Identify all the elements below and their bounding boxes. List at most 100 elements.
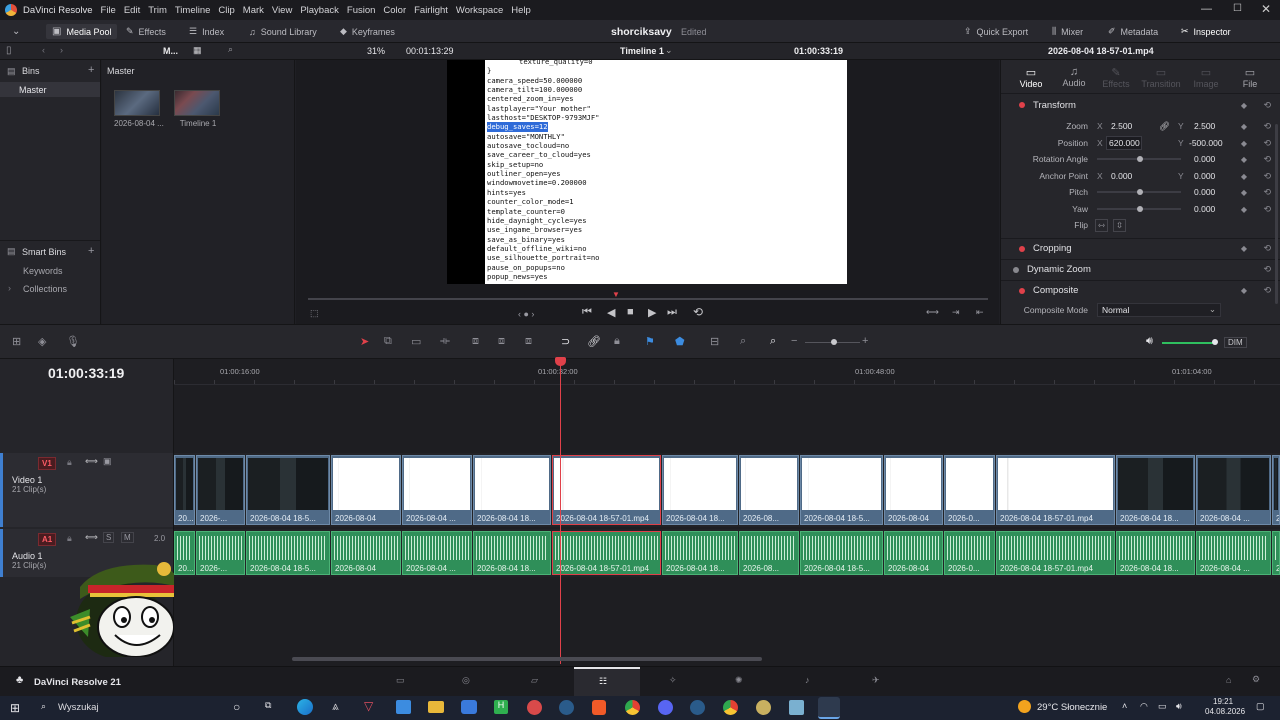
reset-icon[interactable]: ⟲ xyxy=(1263,204,1271,215)
video-clip[interactable]: 2026-08-04 ... xyxy=(1196,455,1271,525)
tray-chevron-icon[interactable]: ˄ xyxy=(1122,701,1127,711)
zoom-level[interactable]: 31% xyxy=(367,46,385,56)
app-icon[interactable] xyxy=(756,700,771,715)
cut-page-icon[interactable]: ◎ xyxy=(462,675,470,686)
sound-library-button[interactable]: ♫ Sound Library xyxy=(249,24,317,39)
enable-dot-icon[interactable] xyxy=(1013,266,1019,273)
chrome-app-icon[interactable] xyxy=(625,700,640,715)
audio-clip[interactable]: 20... xyxy=(174,531,195,575)
video-clip[interactable]: 2026-08... xyxy=(739,455,799,525)
inspector-scrollbar[interactable] xyxy=(1275,124,1278,304)
volume-knob[interactable] xyxy=(1212,339,1218,345)
store-app-icon[interactable] xyxy=(396,700,411,714)
close-icon[interactable]: ✕ xyxy=(1261,2,1271,16)
track-visibility-icon[interactable]: ▣ xyxy=(103,456,112,467)
reset-icon[interactable]: ⟲ xyxy=(1263,121,1271,132)
tab-audio[interactable]: ♫ Audio xyxy=(1059,66,1089,88)
reset-icon[interactable]: ⟲ xyxy=(1263,243,1271,254)
app-icon[interactable] xyxy=(527,700,542,715)
yaw-field[interactable]: 0.000 xyxy=(1194,204,1232,214)
insert-clip-icon[interactable]: ⧈ xyxy=(472,335,479,348)
resolve-taskbar-icon[interactable] xyxy=(818,697,840,719)
video-clip[interactable]: 2026-08-04 18-5... xyxy=(800,455,883,525)
track-autoselect-icon[interactable]: ⟺ xyxy=(85,532,98,543)
home-icon[interactable]: ⌂ xyxy=(1226,675,1231,685)
taskbar-search-icon[interactable]: ⌕ xyxy=(41,701,46,712)
audio-clip[interactable]: 2026-08-04 18-57-01.mp4 xyxy=(996,531,1115,575)
timeline-name[interactable]: Timeline 1 xyxy=(620,46,664,56)
jog-icon[interactable]: ‹ ● › xyxy=(518,309,534,319)
weather-text[interactable]: 29°C Słonecznie xyxy=(1037,702,1107,713)
timeline-timecode[interactable]: 01:00:33:19 xyxy=(48,365,124,381)
menu-item[interactable]: Fusion xyxy=(343,5,380,16)
mic-icon[interactable]: 🎙︎ xyxy=(66,335,80,348)
inspector-button[interactable]: ✂ Inspector xyxy=(1181,24,1231,39)
video-clip[interactable]: 2026-... xyxy=(196,455,245,525)
dim-button[interactable]: DIM xyxy=(1224,337,1247,348)
workspace-toggle-icon[interactable]: ⌄ xyxy=(12,24,20,39)
timeline-area[interactable]: 01:00:16:00 01:00:32:00 01:00:48:00 01:0… xyxy=(174,357,1280,666)
minimize-icon[interactable]: — xyxy=(1201,3,1212,15)
video-clip[interactable]: 2026-08-04 18-57-01.mp4 xyxy=(552,455,661,525)
brave-app-icon[interactable] xyxy=(592,700,606,715)
keyframe-icon[interactable]: ◆ xyxy=(1241,205,1247,214)
reset-icon[interactable]: ⟲ xyxy=(1263,264,1271,275)
menu-item[interactable]: Color xyxy=(379,5,410,16)
keyframe-icon[interactable]: ◆ xyxy=(1241,244,1247,253)
steam-app-icon[interactable] xyxy=(559,700,574,715)
audio-clip[interactable]: 2026-08-04 18-57-01.mp4 xyxy=(552,531,661,575)
go-to-end-icon[interactable]: ⏭ xyxy=(667,306,677,319)
timeline-scrollbar[interactable] xyxy=(292,657,762,661)
app-icon[interactable]: ⩓ xyxy=(332,699,339,714)
linked-selection-icon[interactable]: 🔗︎ xyxy=(587,335,601,348)
settings-gear-icon[interactable]: ⚙ xyxy=(1252,674,1260,685)
keyframe-icon[interactable]: ◆ xyxy=(1241,188,1247,197)
quick-export-button[interactable]: ⇪ Quick Export xyxy=(964,24,1028,39)
steam-app-icon[interactable] xyxy=(690,700,705,715)
discord-app-icon[interactable] xyxy=(658,700,673,715)
windows-start-icon[interactable]: ⊞ xyxy=(10,701,20,715)
reset-icon[interactable]: ⟲ xyxy=(1263,187,1271,198)
zoom-detail-icon[interactable]: ⌕ xyxy=(740,335,746,348)
zoom-full-icon[interactable]: ⊟ xyxy=(710,335,719,348)
volume-tray-icon[interactable]: 🔊︎ xyxy=(1176,701,1182,712)
reset-icon[interactable]: ⟲ xyxy=(1263,171,1271,182)
audio-clip[interactable]: 2026-08-04 18-5... xyxy=(800,531,883,575)
notification-icon[interactable]: ▢ xyxy=(1256,701,1265,712)
enable-dot-icon[interactable] xyxy=(1019,102,1025,108)
zoom-x-field[interactable]: 2.500 xyxy=(1111,121,1149,131)
menu-item[interactable]: Playback xyxy=(296,5,343,16)
video-clip[interactable]: 2026-08-04 18-5... xyxy=(246,455,330,525)
app-icon[interactable] xyxy=(461,700,477,714)
video-clip[interactable]: 2026-0... xyxy=(944,455,995,525)
folder-app-icon[interactable] xyxy=(428,701,444,713)
zoom-custom-icon[interactable]: ⌕ xyxy=(770,335,776,348)
effects-button[interactable]: ✎ Effects xyxy=(126,24,166,39)
add-smart-bin-icon[interactable]: + xyxy=(88,245,94,257)
menu-item[interactable]: Help xyxy=(507,5,535,16)
video-clip[interactable]: 20... xyxy=(174,455,195,525)
add-bin-icon[interactable]: + xyxy=(88,64,94,76)
link-icon[interactable]: 🔗︎ xyxy=(1159,121,1170,132)
task-view-icon[interactable]: ⧉ xyxy=(265,700,271,711)
bin-master[interactable]: Master xyxy=(0,82,100,97)
timeline-viewer[interactable]: texture_quality=0} camera_speed=50.000000… xyxy=(296,60,999,324)
menu-item[interactable]: Workspace xyxy=(452,5,507,16)
play-reverse-icon[interactable]: ◀ xyxy=(607,306,615,319)
media-item-timeline[interactable]: Timeline 1 xyxy=(174,90,222,146)
audio-clip[interactable]: 2026-08-04 ... xyxy=(402,531,472,575)
panel-toggle-icon[interactable]: ▯ xyxy=(6,45,12,56)
edit-page-icon[interactable]: ▱ xyxy=(531,675,538,686)
search-icon[interactable]: ⌕ xyxy=(228,44,233,55)
crop-tool-icon[interactable]: ⬚ xyxy=(310,308,319,319)
eye-icon[interactable]: ◈ xyxy=(38,335,46,348)
media-page-icon[interactable]: ▭ xyxy=(396,675,405,686)
deliver-page-icon[interactable]: ✈ xyxy=(872,675,880,686)
metadata-button[interactable]: ✐ Metadata xyxy=(1108,24,1158,39)
lock-icon[interactable]: 🔒︎ xyxy=(614,335,620,348)
keyframes-button[interactable]: ◆ Keyframes xyxy=(340,24,395,39)
enable-dot-icon[interactable] xyxy=(1019,245,1025,252)
chevron-down-icon[interactable]: ⌄ xyxy=(665,45,673,56)
scrubber-track[interactable] xyxy=(308,298,988,300)
flag-icon[interactable]: ⚑ xyxy=(645,335,655,348)
